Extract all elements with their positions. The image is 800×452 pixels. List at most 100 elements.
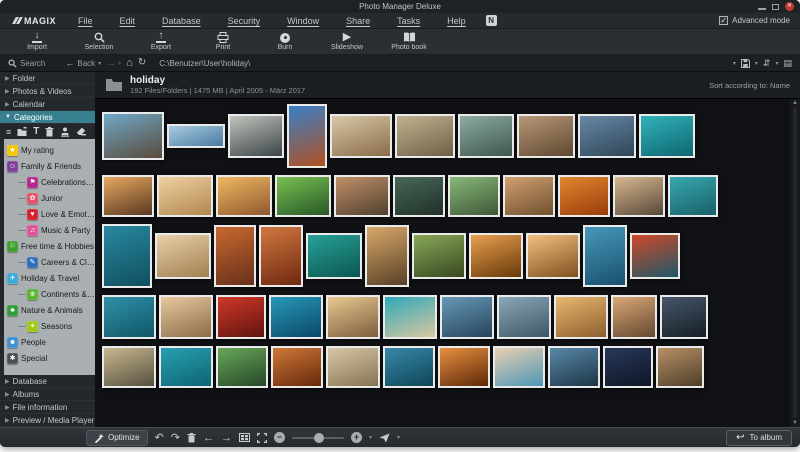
photo-thumbnail[interactable]	[102, 112, 164, 160]
to-album-button[interactable]: ↩ To album	[726, 430, 792, 446]
photo-thumbnail[interactable]	[558, 175, 610, 217]
photo-thumbnail[interactable]	[517, 114, 575, 158]
back-history-icon[interactable]: ▾	[98, 60, 101, 67]
tree-item-people[interactable]: ☻People	[4, 334, 95, 350]
photo-thumbnail[interactable]	[493, 346, 545, 388]
send-icon[interactable]	[379, 433, 390, 443]
sidebar-item-preview-media-player[interactable]: ▶ Preview / Media Player	[0, 414, 95, 427]
tree-item-celebrations-parties[interactable]: ⚑Celebrations & Parties	[4, 174, 95, 190]
scrollbar-track[interactable]	[793, 108, 797, 418]
sidebar-item-photos-videos[interactable]: ▶ Photos & Videos	[0, 85, 95, 98]
photo-thumbnail[interactable]	[228, 114, 284, 158]
menu-edit[interactable]: Edit	[120, 16, 136, 26]
fullscreen-icon[interactable]	[257, 433, 267, 443]
tree-item-careers-clubs[interactable]: ✎Careers & Clubs	[4, 254, 95, 270]
photo-thumbnail[interactable]	[216, 295, 266, 339]
photo-thumbnail[interactable]	[448, 175, 500, 217]
tree-item-holiday-travel[interactable]: ✈Holiday & Travel	[4, 270, 95, 286]
maximize-icon[interactable]	[772, 4, 779, 10]
list-view-icon[interactable]: ≡	[6, 126, 11, 138]
photo-thumbnail[interactable]	[497, 295, 551, 339]
photo-thumbnail[interactable]	[365, 225, 409, 287]
sort-order-icon[interactable]: ⇵	[763, 58, 771, 68]
sidebar-item-albums[interactable]: ▶ Albums	[0, 388, 95, 401]
photo-thumbnail[interactable]	[155, 233, 211, 279]
photo-thumbnail[interactable]	[275, 175, 331, 217]
photo-thumbnail[interactable]	[660, 295, 708, 339]
rotate-right-icon[interactable]: ↷	[171, 432, 180, 444]
save-dropdown-icon[interactable]: ▾	[755, 60, 758, 67]
photo-thumbnail[interactable]	[656, 346, 704, 388]
photo-thumbnail[interactable]	[102, 224, 152, 288]
photo-thumbnail[interactable]	[440, 295, 494, 339]
delete-icon[interactable]	[45, 127, 54, 137]
sidebar-item-calendar[interactable]: ▶ Calendar	[0, 98, 95, 111]
forward-button[interactable]: → ▾	[106, 58, 121, 68]
next-image-icon[interactable]: →	[221, 432, 232, 444]
photo-thumbnail[interactable]	[611, 295, 657, 339]
eraser-icon[interactable]	[76, 127, 87, 136]
scroll-up-icon[interactable]: ▲	[792, 100, 798, 106]
photo-thumbnail[interactable]	[216, 175, 272, 217]
thumbnail-view-icon[interactable]	[239, 433, 250, 442]
sort-label[interactable]: Sort according to: Name	[709, 81, 790, 90]
save-icon[interactable]	[741, 59, 750, 68]
photo-thumbnail[interactable]	[412, 233, 466, 279]
advanced-mode-toggle[interactable]: ✓ Advanced mode	[719, 16, 800, 25]
photo-thumbnail[interactable]	[326, 346, 380, 388]
photo-thumbnail[interactable]	[287, 104, 327, 168]
menu-tasks[interactable]: Tasks	[397, 16, 420, 26]
photo-thumbnail[interactable]	[639, 114, 695, 158]
photo-thumbnail[interactable]	[393, 175, 445, 217]
photo-thumbnail[interactable]	[438, 346, 490, 388]
zoom-in-icon[interactable]: +	[351, 432, 362, 443]
tree-item-free-time-hobbies[interactable]: ⚐Free time & Hobbies	[4, 238, 95, 254]
photo-thumbnail[interactable]	[668, 175, 718, 217]
address-path[interactable]: C:\Benutzer\User\holiday\	[159, 59, 250, 68]
optimize-button[interactable]: Optimize	[86, 430, 148, 446]
close-icon[interactable]: ✕	[785, 2, 794, 11]
photo-thumbnail[interactable]	[630, 233, 680, 279]
photo-thumbnail[interactable]	[458, 114, 514, 158]
photo-thumbnail[interactable]	[159, 295, 213, 339]
photo-thumbnail[interactable]	[269, 295, 323, 339]
sidebar-item-folder[interactable]: ▶ Folder	[0, 72, 95, 85]
menu-file[interactable]: File	[78, 16, 93, 26]
selection-button[interactable]: Selection	[70, 30, 128, 54]
photo-thumbnail[interactable]	[330, 114, 392, 158]
menu-window[interactable]: Window	[287, 16, 319, 26]
view-dropdown-icon[interactable]: ▾	[733, 60, 736, 67]
minimize-icon[interactable]	[758, 8, 766, 10]
menu-security[interactable]: Security	[228, 16, 261, 26]
zoom-dropdown-icon[interactable]: ▾	[369, 434, 372, 441]
forward-history-icon[interactable]: ▾	[118, 60, 121, 67]
photo-thumbnail[interactable]	[383, 346, 435, 388]
photo-book-button[interactable]: Photo book	[380, 30, 438, 54]
rename-icon[interactable]: T	[33, 126, 39, 138]
menu-help[interactable]: Help	[447, 16, 466, 26]
send-dropdown-icon[interactable]: ▾	[397, 434, 400, 441]
sidebar-item-database[interactable]: ▶ Database	[0, 375, 95, 388]
tree-item-my-rating[interactable]: ★My rating	[4, 142, 95, 158]
photo-thumbnail[interactable]	[159, 346, 213, 388]
trash-icon[interactable]	[187, 433, 196, 443]
advanced-mode-checkbox[interactable]: ✓	[719, 16, 728, 25]
photo-thumbnail[interactable]	[102, 175, 154, 217]
tree-item-special[interactable]: ✱Special	[4, 350, 95, 366]
photo-thumbnail[interactable]	[214, 225, 256, 287]
print-button[interactable]: Print	[194, 30, 252, 54]
stamp-icon[interactable]	[60, 127, 70, 137]
scroll-down-icon[interactable]: ▼	[792, 420, 798, 426]
refresh-icon[interactable]: ↻	[138, 58, 146, 68]
new-category-icon[interactable]	[17, 127, 27, 137]
photo-thumbnail[interactable]	[554, 295, 608, 339]
sort-dropdown-icon[interactable]: ▾	[775, 60, 778, 67]
menu-share[interactable]: Share	[346, 16, 370, 26]
photo-thumbnail[interactable]	[526, 233, 580, 279]
export-button[interactable]: ↑ Export	[132, 30, 190, 54]
search-control[interactable]: Search	[8, 59, 45, 68]
zoom-out-icon[interactable]: −	[274, 432, 285, 443]
photo-thumbnail[interactable]	[603, 346, 653, 388]
photo-thumbnail[interactable]	[102, 295, 156, 339]
home-icon[interactable]: ⌂	[126, 58, 133, 68]
